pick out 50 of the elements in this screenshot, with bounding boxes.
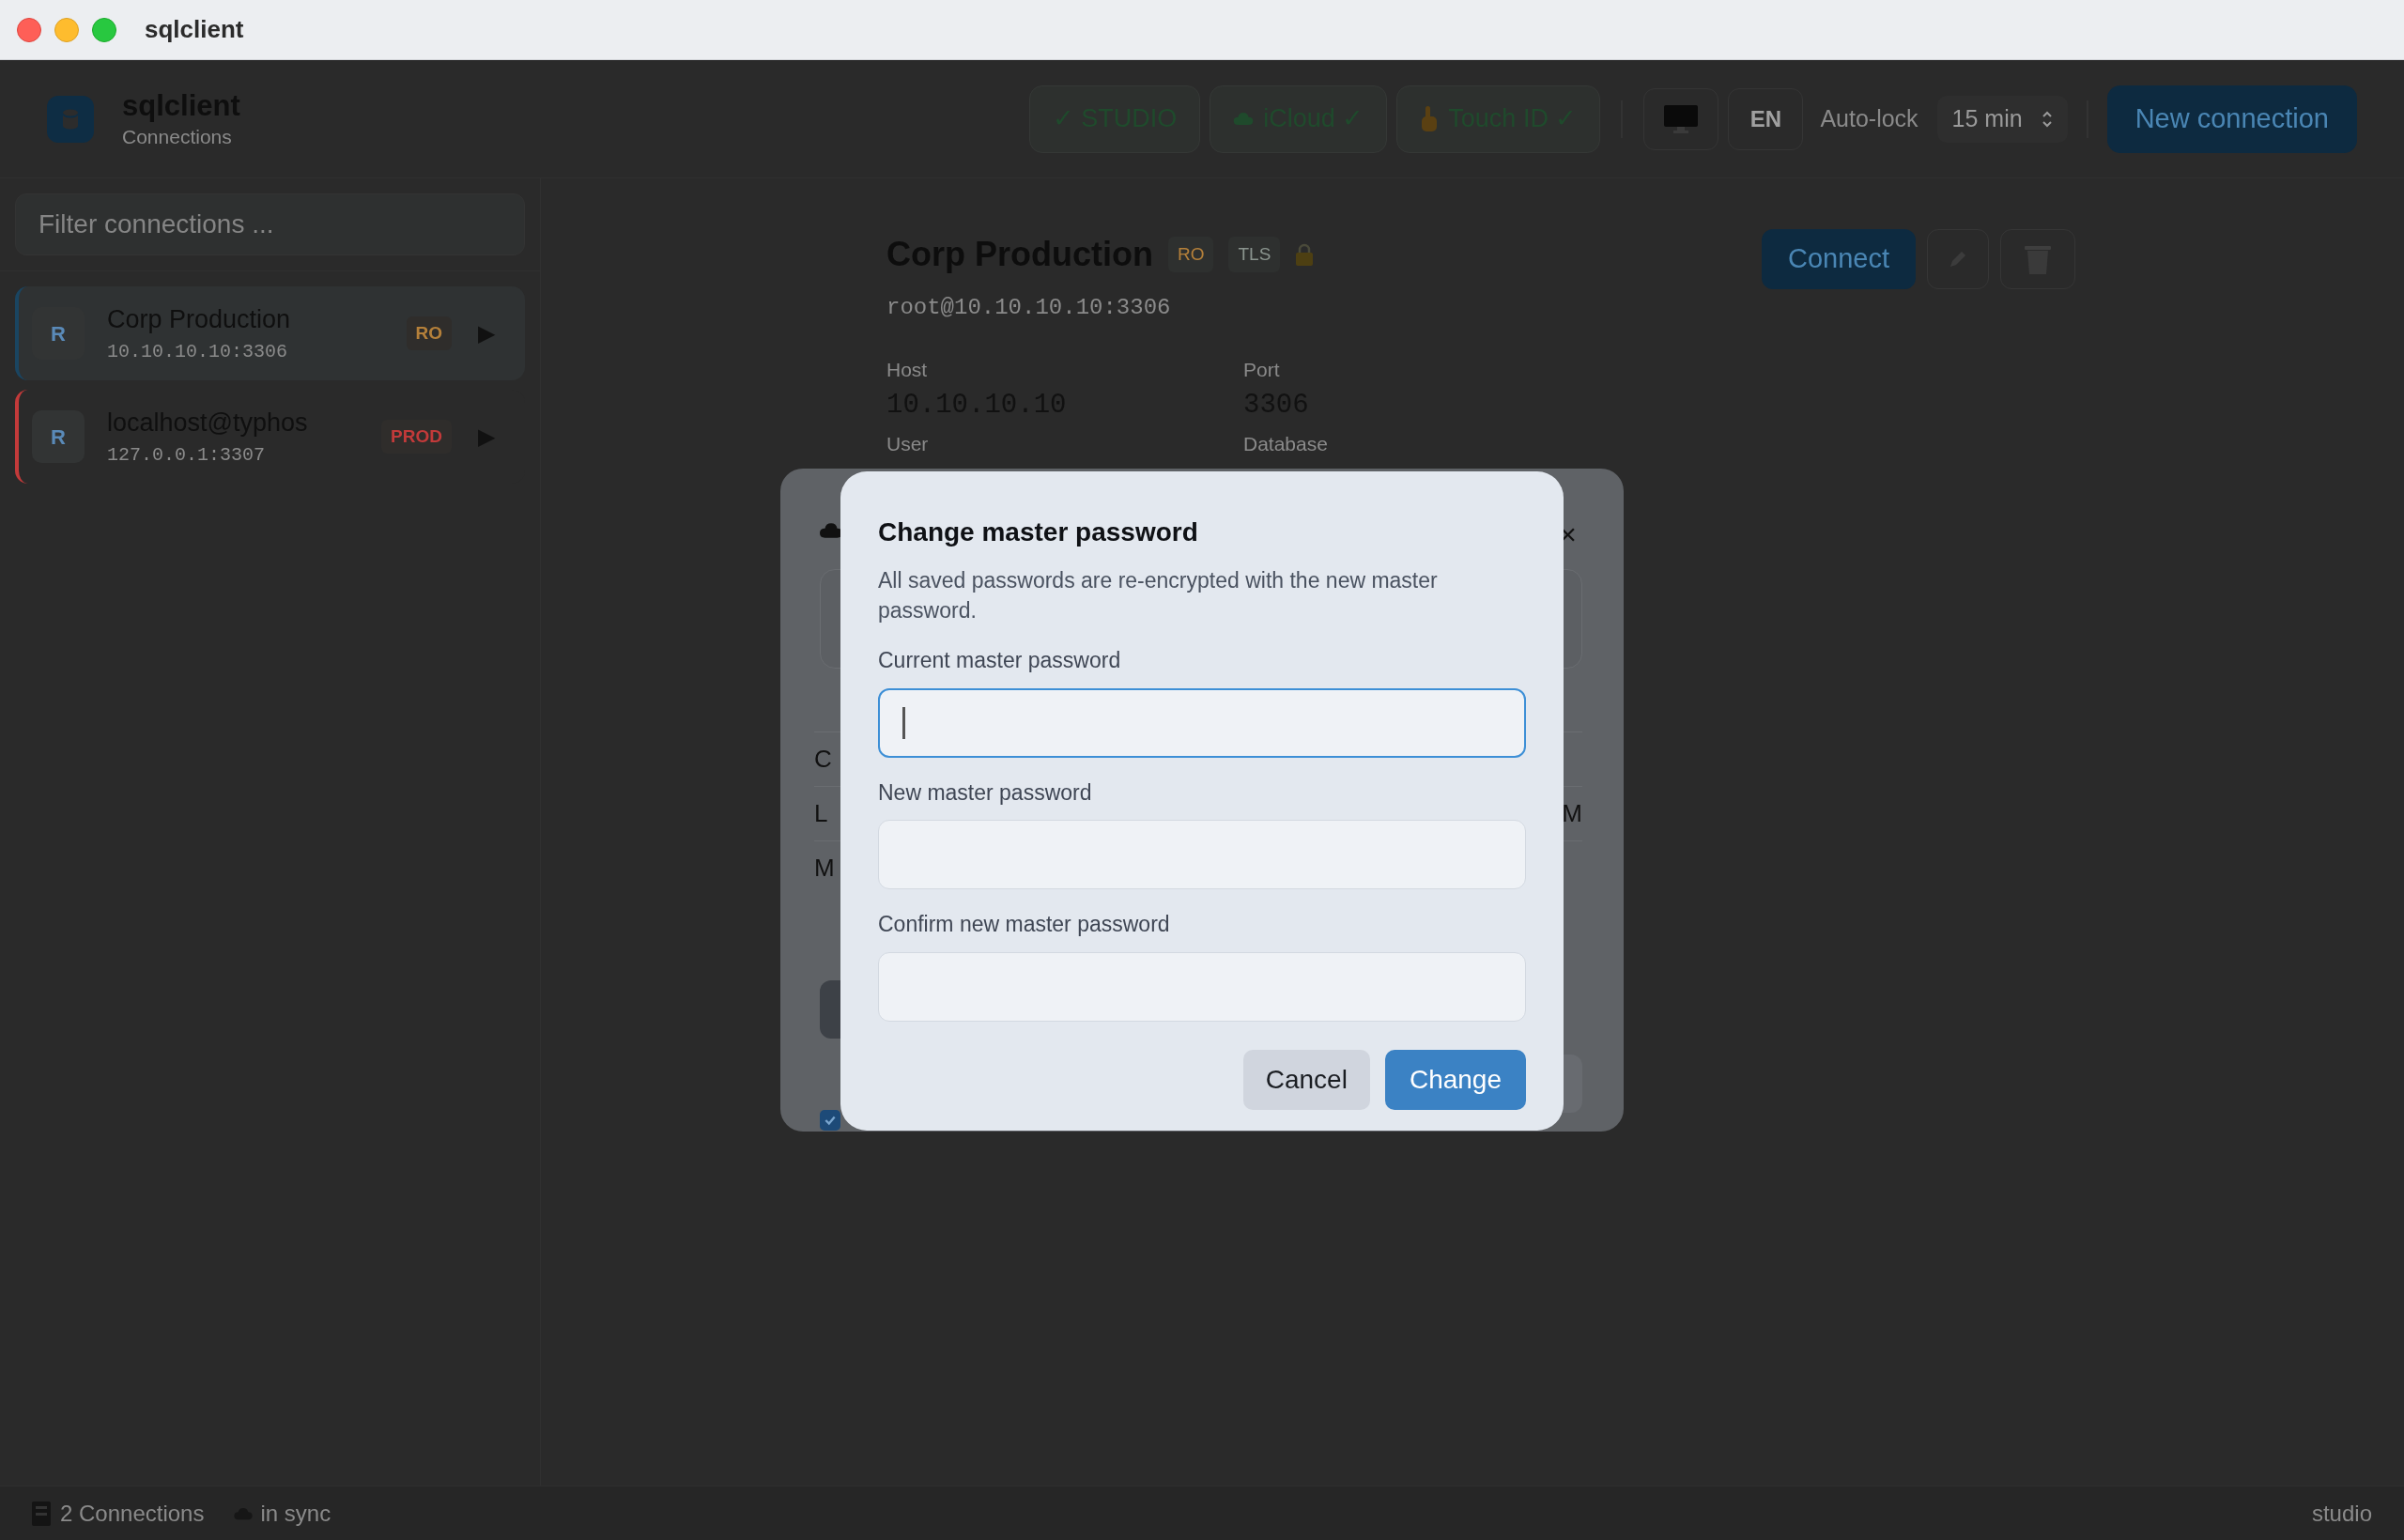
avatar: R	[32, 410, 85, 463]
change-button[interactable]: Change	[1384, 1049, 1526, 1110]
field-label: Database	[1243, 432, 1329, 456]
server-icon	[32, 1501, 51, 1526]
lock-icon	[1295, 243, 1315, 266]
monitor-icon	[1664, 104, 1699, 133]
checkmark-icon	[824, 1114, 837, 1127]
connection-address: 127.0.0.1:3307	[107, 443, 267, 469]
row-label: M	[814, 853, 835, 884]
field-label: Port	[1243, 358, 1281, 382]
pointing-hand-icon	[1420, 105, 1440, 132]
auto-lock-label: Auto-lock	[1820, 103, 1919, 133]
connect-button[interactable]: Connect	[1762, 229, 1916, 289]
connection-address: 10.10.10.10:3306	[107, 340, 289, 365]
row-value: M	[1562, 798, 1582, 829]
database-logo-icon	[47, 95, 94, 143]
text-caret	[902, 706, 905, 739]
checkbox[interactable]	[820, 1110, 840, 1131]
connection-badge: RO	[406, 316, 452, 350]
filter-field[interactable]: Filter connections ...	[15, 193, 525, 255]
zoom-window-button[interactable]	[92, 17, 116, 42]
language-button[interactable]: EN	[1728, 87, 1804, 150]
cancel-button[interactable]: Cancel	[1242, 1049, 1370, 1110]
dialog-title: Change master password	[878, 516, 1199, 548]
sync-status: in sync	[260, 1499, 331, 1528]
profile-name: studio	[2311, 1499, 2372, 1528]
display-button[interactable]	[1643, 87, 1719, 150]
app-subtitle: Connections	[122, 124, 233, 149]
connection-tag: TLS	[1228, 237, 1281, 272]
cloud-icon	[1233, 112, 1255, 126]
auto-lock-select[interactable]: 15 min	[1936, 95, 2068, 143]
new-connection-button[interactable]: New connection	[2106, 85, 2357, 153]
cloud-icon	[820, 522, 842, 539]
dialog-description: All saved passwords are re-encrypted with the new master password.	[878, 567, 1439, 624]
field-label: Host	[886, 358, 929, 382]
connection-string: root@10.10.10.10:3306	[886, 294, 1172, 322]
close-window-button[interactable]	[17, 17, 41, 42]
connections-count: 2 Connections	[60, 1499, 205, 1528]
connection-badge: PROD	[381, 420, 452, 454]
connection-tag: RO	[1168, 237, 1214, 272]
field-label: Confirm new master password	[878, 911, 1171, 938]
minimize-window-button[interactable]	[54, 17, 79, 42]
row-label: C	[814, 744, 832, 775]
row-label: L	[814, 798, 828, 829]
chevron-updown-icon	[2041, 109, 2053, 129]
field-label: User	[886, 432, 930, 456]
window-title: sqlclient	[145, 14, 244, 45]
password-field[interactable]	[878, 687, 1526, 758]
field-label: Current master password	[878, 647, 1122, 674]
field-label: New master password	[878, 778, 1093, 807]
